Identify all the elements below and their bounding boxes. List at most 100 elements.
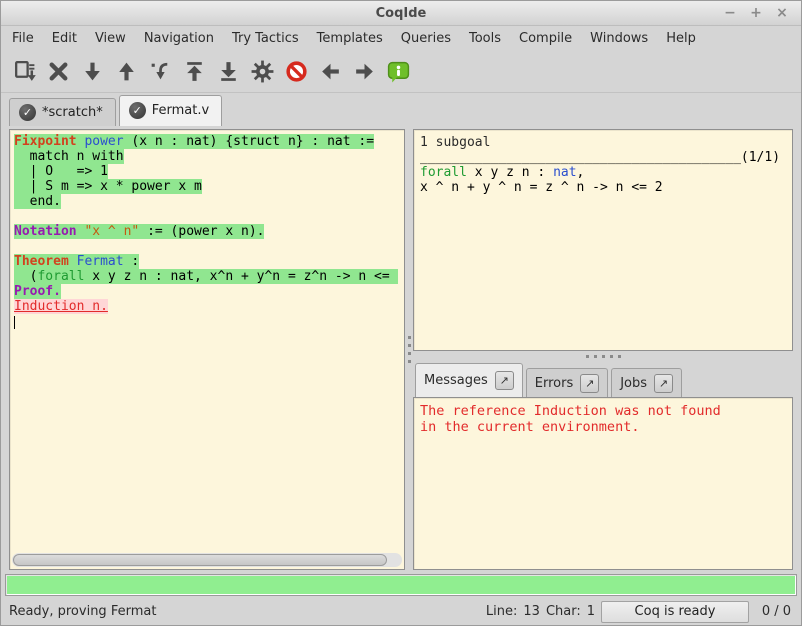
message-line: in the current environment. — [420, 419, 786, 435]
horizontal-scrollbar[interactable] — [12, 553, 402, 567]
tab-check-icon: ✓ — [19, 104, 36, 121]
tab-label: *scratch* — [42, 105, 103, 120]
code-line: Proof. — [14, 284, 404, 299]
splitter-dot — [594, 355, 597, 358]
menu-item-navigation[interactable]: Navigation — [135, 29, 223, 48]
code-line: Theorem Fermat : — [14, 254, 404, 269]
splitter-dot — [408, 336, 411, 339]
line-value: 13 — [523, 604, 540, 619]
fully-check-button[interactable] — [245, 54, 279, 88]
titlebar[interactable]: CoqIde − + × — [1, 1, 801, 26]
detach-icon: ↗ — [500, 374, 509, 387]
about-button[interactable] — [381, 54, 415, 88]
step-forward-button[interactable] — [75, 54, 109, 88]
goal-line: forall x y z n : nat, — [420, 165, 786, 180]
code-line: | S m => x * power x m — [14, 179, 404, 194]
code-editor[interactable]: Fixpoint power (x n : nat) {struct n} : … — [10, 130, 404, 551]
go-to-end-button[interactable] — [211, 54, 245, 88]
next-icon — [352, 59, 377, 84]
subgoal-separator: ________________________________________… — [420, 150, 786, 165]
minimize-button[interactable]: − — [719, 3, 741, 23]
splitter-dot — [408, 360, 411, 363]
coq-state-button[interactable]: Coq is ready — [601, 601, 749, 623]
tab-label: Jobs — [620, 376, 647, 391]
save-button[interactable] — [7, 54, 41, 88]
code-line: Fixpoint power (x n : nat) {struct n} : … — [14, 134, 404, 149]
step-forward-icon — [80, 59, 105, 84]
horizontal-scrollbar-thumb[interactable] — [13, 554, 387, 566]
previous-button[interactable] — [313, 54, 347, 88]
interrupt-icon — [284, 59, 309, 84]
tab-messages[interactable]: Messages↗ — [415, 363, 523, 397]
window-controls: − + × — [719, 3, 801, 23]
toolbar — [1, 50, 801, 93]
step-backward-icon — [114, 59, 139, 84]
vertical-splitter[interactable] — [405, 129, 413, 570]
detach-icon: ↗ — [659, 377, 668, 390]
menu-item-tools[interactable]: Tools — [460, 29, 510, 48]
detach-button[interactable]: ↗ — [654, 374, 673, 393]
char-value: 1 — [587, 604, 595, 619]
detach-button[interactable]: ↗ — [580, 374, 599, 393]
splitter-dot — [408, 352, 411, 355]
status-counter: 0 / 0 — [755, 604, 791, 619]
progress-bar-fill — [7, 576, 795, 594]
menu-item-templates[interactable]: Templates — [308, 29, 392, 48]
goals-pane[interactable]: 1 subgoal_______________________________… — [413, 129, 793, 351]
progress-area — [1, 572, 801, 598]
detach-button[interactable]: ↗ — [495, 371, 514, 390]
menu-item-windows[interactable]: Windows — [581, 29, 657, 48]
status-right: Line: 13 Char: 1 Coq is ready 0 / 0 — [486, 601, 791, 623]
menu-item-edit[interactable]: Edit — [43, 29, 86, 48]
detach-icon: ↗ — [585, 377, 594, 390]
code-line: end. — [14, 194, 404, 209]
menu-item-queries[interactable]: Queries — [392, 29, 460, 48]
splitter-dot — [602, 355, 605, 358]
next-button[interactable] — [347, 54, 381, 88]
fully-check-icon — [250, 59, 275, 84]
splitter-dot — [408, 344, 411, 347]
close-button[interactable]: × — [771, 3, 793, 23]
tab-errors[interactable]: Errors ↗ — [526, 368, 608, 397]
menu-item-try-tactics[interactable]: Try Tactics — [223, 29, 308, 48]
interrupt-button[interactable] — [279, 54, 313, 88]
save-icon — [12, 59, 37, 84]
code-line — [14, 209, 404, 224]
tab-scratch[interactable]: ✓ *scratch* — [9, 98, 116, 126]
file-tabbar: ✓ *scratch* ✓ Fermat.v — [1, 93, 801, 126]
tab-label: Errors — [535, 376, 573, 391]
about-icon — [386, 59, 411, 84]
close-button[interactable] — [41, 54, 75, 88]
code-line: match n with — [14, 149, 404, 164]
menu-item-file[interactable]: File — [3, 29, 43, 48]
tab-jobs[interactable]: Jobs ↗ — [611, 368, 682, 397]
tab-fermat-v[interactable]: ✓ Fermat.v — [119, 95, 222, 126]
menu-item-help[interactable]: Help — [657, 29, 705, 48]
subgoal-count: 1 subgoal — [420, 135, 786, 150]
step-backward-button[interactable] — [109, 54, 143, 88]
text-caret — [14, 316, 15, 329]
go-to-cursor-button[interactable] — [143, 54, 177, 88]
tab-label: Fermat.v — [152, 103, 209, 118]
coqide-window: CoqIde − + × FileEditViewNavigationTry T… — [0, 0, 802, 626]
tab-check-icon: ✓ — [129, 102, 146, 119]
script-pane: Fixpoint power (x n : nat) {struct n} : … — [9, 129, 405, 570]
maximize-button[interactable]: + — [745, 3, 767, 23]
splitter-dot — [618, 355, 621, 358]
go-to-start-button[interactable] — [177, 54, 211, 88]
previous-icon — [318, 59, 343, 84]
code-line: | O => 1 — [14, 164, 404, 179]
horizontal-splitter[interactable] — [413, 351, 793, 361]
line-label: Line: — [486, 604, 517, 619]
go-to-start-icon — [182, 59, 207, 84]
code-line — [14, 239, 404, 254]
code-line — [14, 314, 404, 329]
code-line: Induction n. — [14, 299, 404, 314]
messages-pane[interactable]: The reference Induction was not foundin … — [413, 397, 793, 570]
menu-item-compile[interactable]: Compile — [510, 29, 581, 48]
menu-item-view[interactable]: View — [86, 29, 135, 48]
code-line: Notation "x ^ n" := (power x n). — [14, 224, 404, 239]
progress-bar — [5, 574, 797, 596]
window-title: CoqIde — [1, 6, 801, 21]
right-column: 1 subgoal_______________________________… — [413, 129, 793, 570]
